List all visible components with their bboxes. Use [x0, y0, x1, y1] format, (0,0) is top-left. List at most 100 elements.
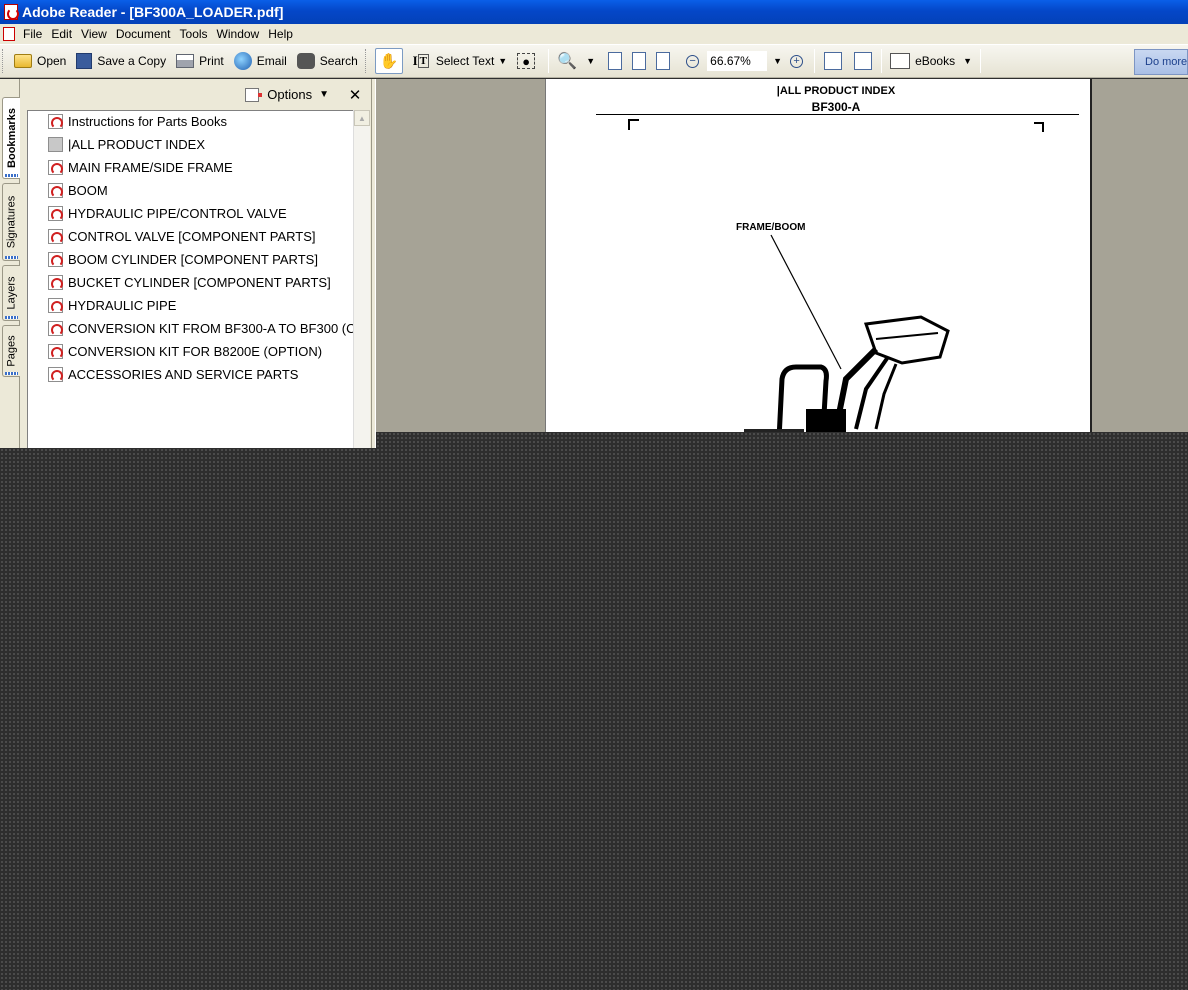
email-globe-icon [233, 52, 252, 70]
toolbar-grip[interactable] [364, 49, 368, 73]
hand-tool-button[interactable]: ✋ [374, 48, 403, 74]
menu-window[interactable]: Window [215, 27, 267, 41]
page-header: |ALL PRODUCT INDEX [776, 85, 896, 97]
options-icon [245, 87, 263, 102]
bookmark-page-icon [48, 366, 63, 382]
rotate-clockwise-icon[interactable] [824, 52, 843, 70]
toolbar-separator [881, 49, 883, 73]
bookmark-label: |ALL PRODUCT INDEX [68, 136, 206, 152]
tab-layers[interactable]: Layers [2, 265, 20, 321]
bookmark-page-icon [48, 136, 63, 152]
scroll-up-arrow-icon[interactable]: ▲ [354, 110, 370, 126]
toolbar-separator [548, 49, 550, 73]
bookmark-page-icon [48, 159, 63, 175]
document-view[interactable]: |ALL PRODUCT INDEX BF300-A FRAME/BOOM [376, 79, 1188, 432]
chevron-down-icon[interactable]: ▼ [963, 56, 972, 66]
bookmark-item[interactable]: HYDRAULIC PIPE [48, 295, 176, 315]
bookmark-item[interactable]: CONVERSION KIT FOR B8200E (OPTION) [48, 341, 322, 361]
bookmark-item[interactable]: BOOM [48, 180, 108, 200]
bookmark-item[interactable]: HYDRAULIC PIPE/CONTROL VALVE [48, 203, 287, 223]
bookmark-scrollbar[interactable]: ▲ [353, 110, 370, 448]
camera-icon: ● [517, 53, 536, 69]
bookmark-item[interactable]: CONTROL VALVE [COMPONENT PARTS] [48, 226, 316, 246]
search-button[interactable]: Search [292, 48, 363, 74]
binoculars-icon [296, 53, 315, 69]
crop-mark [1034, 122, 1044, 132]
bookmark-label: CONVERSION KIT FOR B8200E (OPTION) [68, 343, 323, 359]
fit-page-icon[interactable] [632, 52, 647, 70]
bookmark-item[interactable]: MAIN FRAME/SIDE FRAME [48, 157, 233, 177]
bookmark-item[interactable]: ACCESSORIES AND SERVICE PARTS [48, 364, 298, 384]
pdf-document-icon[interactable] [3, 27, 15, 41]
open-button[interactable]: Open [9, 48, 71, 74]
bookmark-page-icon [48, 182, 63, 198]
bookmark-item[interactable]: Instructions for Parts Books [48, 111, 227, 131]
tab-bookmarks-label: Bookmarks [5, 108, 18, 168]
menu-file[interactable]: File [21, 27, 49, 41]
ebook-icon [890, 53, 911, 69]
ebooks-button[interactable]: eBooks ▼ [885, 48, 977, 74]
email-button[interactable]: Email [229, 48, 292, 74]
folder-open-icon [14, 54, 32, 68]
save-copy-label: Save a Copy [97, 54, 167, 68]
text-cursor-icon: IT [412, 53, 430, 68]
menu-document[interactable]: Document [114, 27, 178, 41]
chevron-down-icon[interactable]: ▼ [773, 56, 782, 66]
menu-edit[interactable]: Edit [49, 27, 79, 41]
toolbar-separator [980, 49, 982, 73]
options-button[interactable]: Options [267, 87, 312, 102]
bookmark-item[interactable]: BOOM CYLINDER [COMPONENT PARTS] [48, 249, 318, 269]
bookmark-page-icon [48, 274, 63, 290]
loader-illustration [744, 234, 950, 432]
zoom-level-field[interactable]: 66.67% [707, 51, 768, 71]
menu-tools[interactable]: Tools [178, 27, 215, 41]
bookmark-label: BUCKET CYLINDER [COMPONENT PARTS] [68, 274, 331, 290]
bookmark-page-icon [48, 113, 63, 129]
bookmark-item[interactable]: |ALL PRODUCT INDEX [48, 134, 205, 154]
toolbar-grip[interactable] [2, 49, 5, 73]
bookmark-list: Instructions for Parts Books |ALL PRODUC… [27, 110, 353, 448]
tab-signatures-label: Signatures [5, 195, 18, 249]
rotate-counterclockwise-icon[interactable] [854, 52, 873, 70]
do-more-button[interactable]: Do more [1134, 49, 1188, 75]
close-icon[interactable]: ✕ [347, 86, 363, 104]
bookmarks-panel: Options ▼ ✕ Instructions for Parts Books… [20, 79, 371, 448]
empty-background [376, 432, 1188, 448]
zoom-in-icon[interactable]: + [790, 54, 804, 68]
adobe-reader-icon [4, 4, 19, 20]
zoom-out-icon[interactable]: − [686, 54, 700, 68]
bookmark-label: HYDRAULIC PIPE [68, 297, 177, 313]
print-button[interactable]: Print [171, 48, 229, 74]
chevron-down-icon[interactable]: ▼ [586, 56, 595, 66]
header-rule [596, 114, 1079, 115]
tab-bookmarks[interactable]: Bookmarks [2, 97, 20, 179]
tab-signatures[interactable]: Signatures [2, 183, 20, 261]
menu-help[interactable]: Help [266, 27, 300, 41]
save-copy-button[interactable]: Save a Copy [71, 48, 171, 74]
menu-view[interactable]: View [79, 27, 114, 41]
bookmark-label: MAIN FRAME/SIDE FRAME [68, 159, 233, 175]
chevron-down-icon[interactable]: ▼ [319, 89, 329, 100]
fit-width-icon[interactable] [656, 52, 671, 70]
bookmark-item[interactable]: BUCKET CYLINDER [COMPONENT PARTS] [48, 272, 331, 292]
bookmark-label: CONVERSION KIT FROM BF300-A TO BF300 (C [68, 320, 353, 336]
bookmark-label: BOOM [68, 182, 108, 198]
bookmark-label: Instructions for Parts Books [68, 113, 227, 129]
tab-pages[interactable]: Pages [2, 325, 20, 377]
menu-bar: File Edit View Document Tools Window Hel… [0, 24, 1188, 44]
bookmark-page-icon [48, 228, 63, 244]
ebooks-label: eBooks [915, 54, 956, 68]
actual-size-icon[interactable] [608, 52, 623, 70]
bookmark-label: BOOM CYLINDER [COMPONENT PARTS] [68, 251, 318, 267]
chevron-down-icon[interactable]: ▼ [498, 56, 507, 66]
bookmark-item[interactable]: CONVERSION KIT FROM BF300-A TO BF300 (C [48, 318, 353, 338]
snapshot-button[interactable]: ● [512, 48, 545, 74]
empty-background [0, 448, 1188, 990]
zoom-in-tool-button[interactable]: 🔍 ▼ [552, 48, 600, 74]
select-text-button[interactable]: IT Select Text ▼ [406, 48, 512, 74]
bookmark-page-icon [48, 297, 63, 313]
print-label: Print [199, 54, 224, 68]
window-title: Adobe Reader - [BF300A_LOADER.pdf] [22, 4, 284, 20]
tab-layers-label: Layers [5, 276, 18, 310]
title-bar: Adobe Reader - [BF300A_LOADER.pdf] [0, 0, 1188, 24]
